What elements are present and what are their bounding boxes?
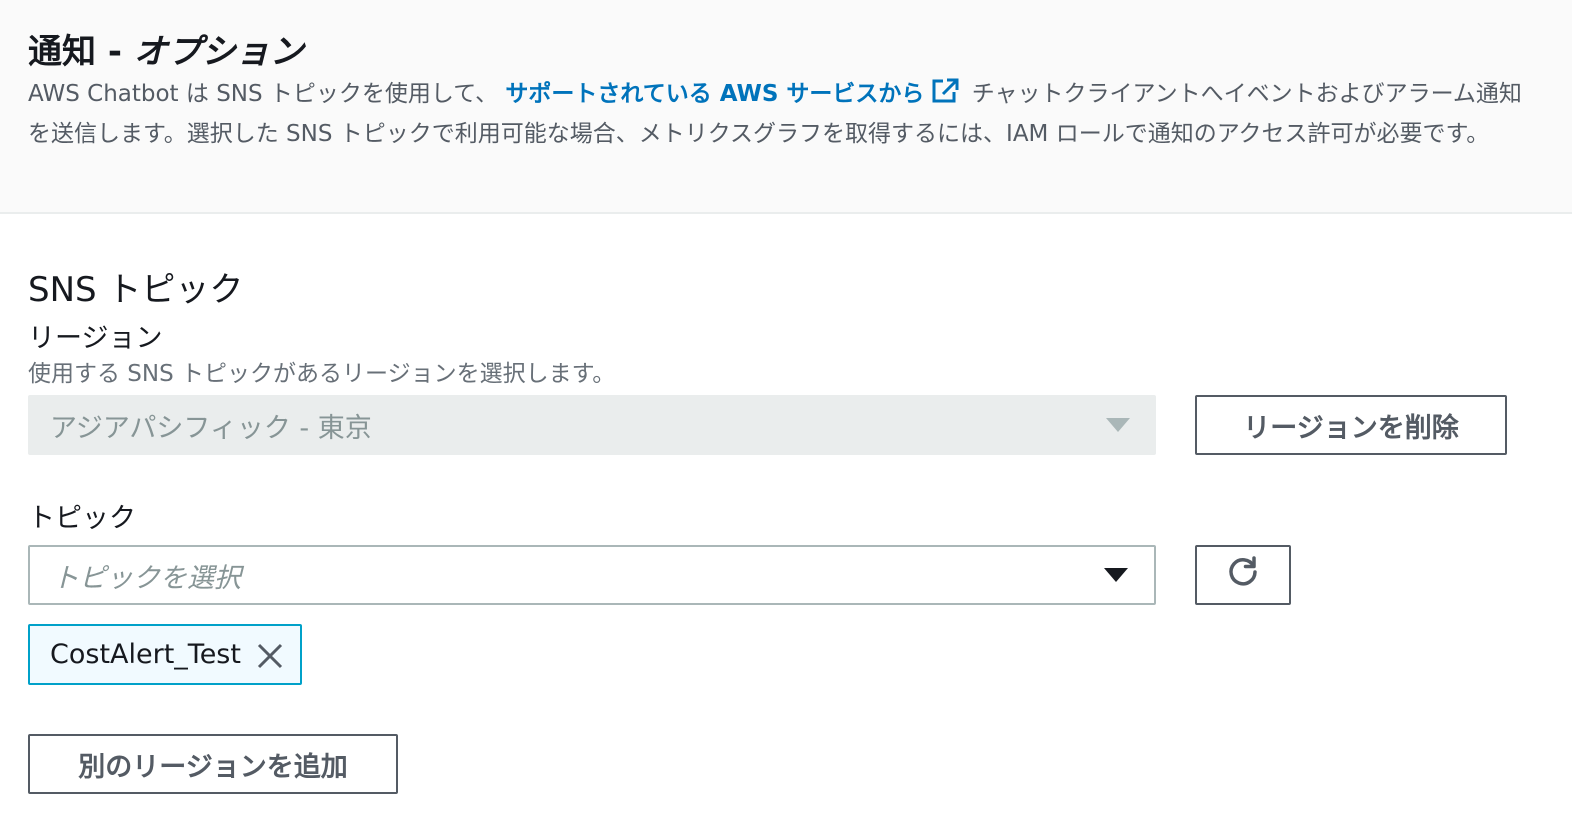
selected-topic-token: CostAlert_Test [28,624,302,685]
add-region-button[interactable]: 別のリージョンを追加 [28,734,398,794]
region-description: 使用する SNS トピックがあるリージョンを選択します。 [28,361,616,387]
sns-topic-section-title: SNS トピック [28,270,244,310]
caret-down-icon[interactable] [1104,568,1128,582]
refresh-icon [1225,554,1261,597]
region-select: アジアパシフィック - 東京 [28,395,1156,455]
topic-select-placeholder: トピックを選択 [52,562,241,594]
supported-services-link[interactable]: サポートされている AWS サービスから [505,81,924,107]
remove-region-button[interactable]: リージョンを削除 [1195,395,1507,455]
page-description: AWS Chatbot は SNS トピックを使用して、 サポートされている A… [28,76,1538,152]
notifications-header: 通知 - オプション AWS Chatbot は SNS トピックを使用して、 … [0,0,1572,214]
topic-select[interactable]: トピックを選択 [28,545,1156,605]
topic-label: トピック [28,503,136,534]
external-link-icon[interactable] [930,77,960,116]
region-label: リージョン [28,323,163,354]
close-icon[interactable] [256,642,284,677]
refresh-topics-button[interactable] [1195,545,1291,605]
region-select-value: アジアパシフィック - 東京 [50,412,372,444]
page-title: 通知 - オプション [28,32,304,72]
selected-topic-label: CostAlert_Test [50,639,241,670]
caret-down-icon [1106,418,1130,432]
